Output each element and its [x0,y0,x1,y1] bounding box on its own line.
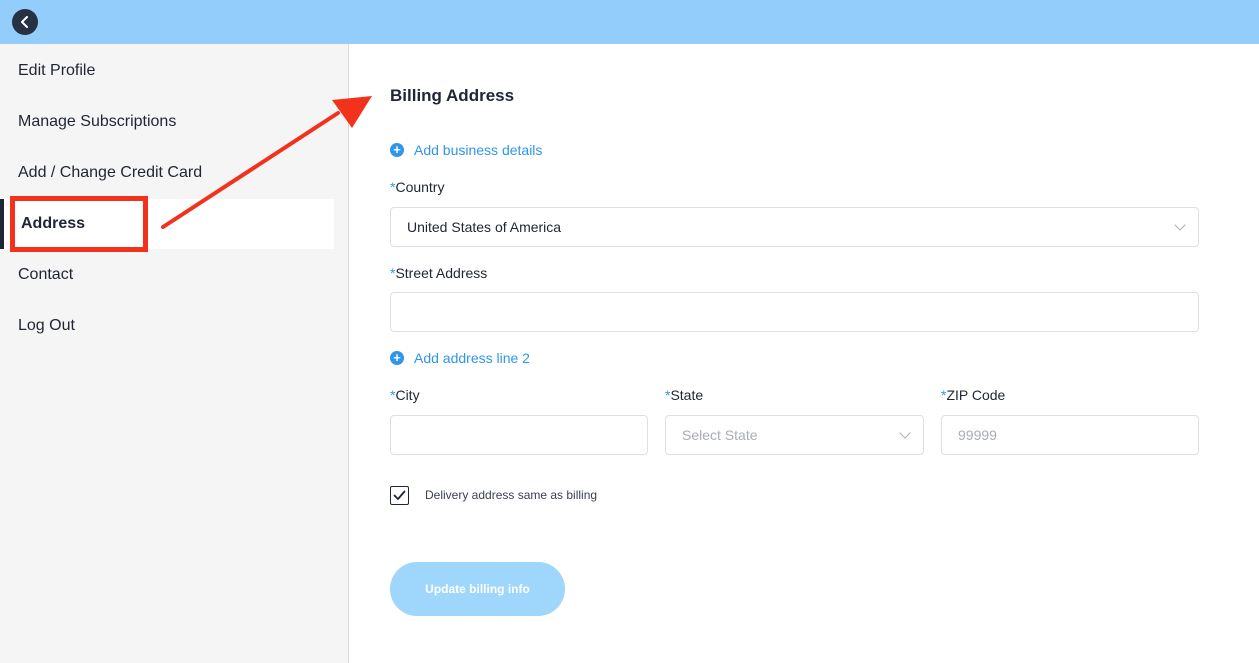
sidebar-item-log-out[interactable]: Log Out [0,301,334,351]
active-indicator [0,199,4,249]
sidebar-item-contact[interactable]: Contact [0,250,334,300]
country-select[interactable]: United States of America [390,207,1199,247]
state-label: *State [665,387,703,403]
city-label-text: City [395,387,420,403]
street-address-input[interactable] [390,292,1199,332]
country-label-text: Country [395,179,445,195]
page-title: Billing Address [390,86,515,105]
sidebar-item-label: Contact [18,266,74,283]
checkmark-icon [393,490,406,500]
delivery-same-checkbox[interactable] [390,486,409,505]
plus-circle-icon: + [390,351,404,365]
city-input[interactable] [390,415,648,455]
back-button[interactable] [12,9,38,35]
sidebar: Edit Profile Manage Subscriptions Add / … [0,44,349,663]
zip-code-input[interactable]: 99999 [941,415,1199,455]
delivery-same-label: Delivery address same as billing [425,488,598,502]
state-label-text: State [670,387,704,403]
country-value: United States of America [407,219,562,235]
plus-circle-icon: + [390,143,404,157]
chevron-down-icon [899,427,911,439]
sidebar-item-label: Manage Subscriptions [18,113,177,130]
country-label: *Country [390,179,444,195]
sidebar-item-label: Log Out [18,317,75,334]
city-label: *City [390,387,420,403]
state-placeholder: Select State [682,427,758,443]
add-business-details-label: Add business details [414,142,543,158]
zip-code-placeholder: 99999 [958,427,997,443]
sidebar-item-credit-card[interactable]: Add / Change Credit Card [0,148,334,198]
update-billing-button[interactable]: Update billing info [390,562,565,616]
back-arrow-icon [21,16,28,28]
sidebar-item-label: Address [21,215,86,232]
add-address-line-2-label: Add address line 2 [414,350,530,366]
sidebar-item-label: Edit Profile [18,62,96,79]
state-select[interactable]: Select State [665,415,924,455]
add-address-line-2-link[interactable]: + Add address line 2 [390,350,530,366]
main-panel: Billing Address + Add business details *… [350,44,1259,663]
street-address-label-text: Street Address [395,265,488,281]
top-bar [0,0,1259,44]
sidebar-item-label: Add / Change Credit Card [18,164,203,181]
sidebar-item-address[interactable]: Address [0,199,334,249]
chevron-down-icon [1174,219,1186,231]
add-business-details-link[interactable]: + Add business details [390,142,542,158]
sidebar-item-manage-subscriptions[interactable]: Manage Subscriptions [0,97,334,147]
sidebar-item-edit-profile[interactable]: Edit Profile [0,46,334,96]
zip-code-label-text: ZIP Code [946,387,1006,403]
zip-code-label: *ZIP Code [941,387,1005,403]
street-address-label: *Street Address [390,265,487,281]
